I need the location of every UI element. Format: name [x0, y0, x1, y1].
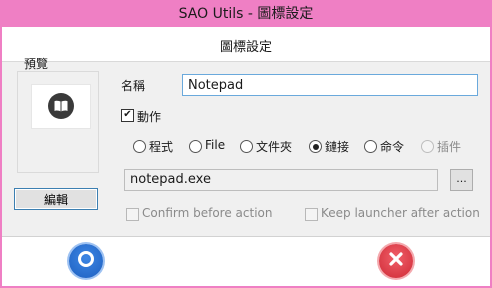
target-path-input[interactable]: notepad.exe: [124, 169, 438, 191]
preview-label: 預覽: [24, 57, 49, 71]
window-title: SAO Utils - 圖標設定: [178, 6, 314, 22]
action-checkbox-label: 動作: [137, 110, 162, 124]
browse-button[interactable]: ...: [450, 169, 473, 191]
radio-folder[interactable]: [240, 140, 253, 153]
book-icon: [48, 93, 74, 119]
edit-button[interactable]: 編輯: [14, 188, 98, 210]
radio-folder-label: 文件夾: [256, 140, 293, 154]
ok-button[interactable]: [69, 244, 103, 278]
radio-program[interactable]: [133, 140, 146, 153]
radio-plugin-label: 插件: [437, 140, 462, 154]
radio-command[interactable]: [364, 140, 377, 153]
action-checkbox[interactable]: ✔: [121, 109, 134, 122]
keep-launcher-label: Keep launcher after action: [321, 206, 480, 220]
keep-launcher-checkbox[interactable]: [305, 208, 318, 221]
radio-link[interactable]: [309, 140, 322, 153]
confirm-before-action-label: Confirm before action: [142, 206, 273, 220]
radio-command-label: 命令: [380, 140, 405, 154]
radio-link-label: 鏈接: [325, 140, 350, 154]
circle-ok-icon: [76, 249, 96, 273]
dialog-title: 圖標設定: [219, 40, 272, 55]
preview-box: [17, 71, 99, 173]
radio-plugin[interactable]: [421, 140, 434, 153]
title-bar[interactable]: SAO Utils - 圖標設定: [0, 0, 492, 26]
x-cancel-icon: [386, 249, 406, 273]
dialog-header: 圖標設定: [2, 27, 490, 62]
radio-file[interactable]: [189, 140, 202, 153]
name-label: 名稱: [121, 79, 146, 93]
radio-file-label: File: [205, 138, 226, 152]
radio-program-label: 程式: [149, 140, 174, 154]
confirm-before-action-checkbox[interactable]: [126, 208, 139, 221]
preview-tile: [31, 84, 91, 129]
name-input[interactable]: Notepad: [182, 74, 478, 96]
cancel-button[interactable]: [379, 244, 413, 278]
